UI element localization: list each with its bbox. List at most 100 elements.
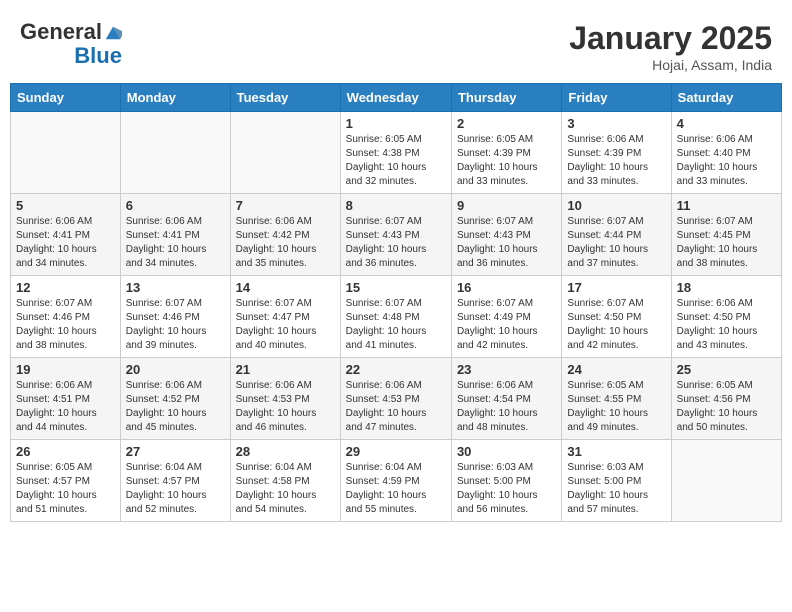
day-info: Sunrise: 6:03 AM Sunset: 5:00 PM Dayligh… [457,461,556,517]
day-info: Sunrise: 6:07 AM Sunset: 4:50 PM Dayligh… [567,297,665,353]
calendar-day-cell: 16 Sunrise: 6:07 AM Sunset: 4:49 PM Dayli… [451,276,561,358]
day-number: 18 [677,280,776,295]
calendar-day-cell: 6 Sunrise: 6:06 AM Sunset: 4:41 PM Daylig… [120,194,230,276]
day-info: Sunrise: 6:07 AM Sunset: 4:43 PM Dayligh… [346,215,446,271]
calendar-header-friday: Friday [562,84,671,112]
day-number: 13 [126,280,225,295]
day-info: Sunrise: 6:05 AM Sunset: 4:38 PM Dayligh… [346,133,446,189]
day-info: Sunrise: 6:05 AM Sunset: 4:39 PM Dayligh… [457,133,556,189]
calendar-day-cell: 26 Sunrise: 6:05 AM Sunset: 4:57 PM Dayli… [11,440,121,522]
logo-icon [104,23,122,41]
day-info: Sunrise: 6:07 AM Sunset: 4:46 PM Dayligh… [16,297,115,353]
calendar-week-row: 26 Sunrise: 6:05 AM Sunset: 4:57 PM Dayli… [11,440,782,522]
day-number: 12 [16,280,115,295]
day-number: 15 [346,280,446,295]
calendar-day-cell: 14Sunrise: 6:07 AM Sunset: 4:47 PM Dayli… [230,276,340,358]
page-header: General Blue January 2025 Hojai, Assam, … [10,10,782,78]
day-info: Sunrise: 6:04 AM Sunset: 4:59 PM Dayligh… [346,461,446,517]
day-number: 25 [677,362,776,377]
day-number: 2 [457,116,556,131]
calendar-day-cell: 11 Sunrise: 6:07 AM Sunset: 4:45 PM Dayli… [671,194,781,276]
calendar-day-cell: 2 Sunrise: 6:05 AM Sunset: 4:39 PM Daylig… [451,112,561,194]
calendar-header-saturday: Saturday [671,84,781,112]
title-block: January 2025 Hojai, Assam, India [569,20,772,73]
day-info: Sunrise: 6:06 AM Sunset: 4:40 PM Dayligh… [677,133,776,189]
day-number: 31 [567,444,665,459]
calendar-day-cell: 5 Sunrise: 6:06 AM Sunset: 4:41 PM Daylig… [11,194,121,276]
calendar-day-cell: 25Sunrise: 6:05 AM Sunset: 4:56 PM Dayli… [671,358,781,440]
calendar-day-cell: 13Sunrise: 6:07 AM Sunset: 4:46 PM Dayli… [120,276,230,358]
day-info: Sunrise: 6:06 AM Sunset: 4:52 PM Dayligh… [126,379,225,435]
day-info: Sunrise: 6:07 AM Sunset: 4:44 PM Dayligh… [567,215,665,271]
day-number: 22 [346,362,446,377]
day-info: Sunrise: 6:06 AM Sunset: 4:53 PM Dayligh… [236,379,335,435]
calendar-day-cell: 29 Sunrise: 6:04 AM Sunset: 4:59 PM Dayli… [340,440,451,522]
day-number: 19 [16,362,115,377]
calendar-day-cell: 18 Sunrise: 6:06 AM Sunset: 4:50 PM Dayli… [671,276,781,358]
day-info: Sunrise: 6:07 AM Sunset: 4:48 PM Dayligh… [346,297,446,353]
day-info: Sunrise: 6:06 AM Sunset: 4:51 PM Dayligh… [16,379,115,435]
day-number: 28 [236,444,335,459]
calendar-day-cell: 27 Sunrise: 6:04 AM Sunset: 4:57 PM Dayli… [120,440,230,522]
calendar-week-row: 12 Sunrise: 6:07 AM Sunset: 4:46 PM Dayli… [11,276,782,358]
day-number: 21 [236,362,335,377]
calendar-day-cell [120,112,230,194]
day-info: Sunrise: 6:05 AM Sunset: 4:57 PM Dayligh… [16,461,115,517]
day-number: 17 [567,280,665,295]
calendar-day-cell: 19 Sunrise: 6:06 AM Sunset: 4:51 PM Dayli… [11,358,121,440]
calendar-header-monday: Monday [120,84,230,112]
calendar-day-cell: 10 Sunrise: 6:07 AM Sunset: 4:44 PM Dayli… [562,194,671,276]
day-info: Sunrise: 6:06 AM Sunset: 4:42 PM Dayligh… [236,215,335,271]
day-number: 5 [16,198,115,213]
calendar-day-cell: 24 Sunrise: 6:05 AM Sunset: 4:55 PM Dayli… [562,358,671,440]
calendar-day-cell: 20Sunrise: 6:06 AM Sunset: 4:52 PM Dayli… [120,358,230,440]
logo-blue: Blue [74,44,122,68]
day-number: 6 [126,198,225,213]
day-info: Sunrise: 6:07 AM Sunset: 4:47 PM Dayligh… [236,297,335,353]
calendar-day-cell: 23Sunrise: 6:06 AM Sunset: 4:54 PM Dayli… [451,358,561,440]
day-info: Sunrise: 6:06 AM Sunset: 4:39 PM Dayligh… [567,133,665,189]
day-info: Sunrise: 6:06 AM Sunset: 4:53 PM Dayligh… [346,379,446,435]
day-number: 8 [346,198,446,213]
calendar-week-row: 1Sunrise: 6:05 AM Sunset: 4:38 PM Daylig… [11,112,782,194]
day-number: 30 [457,444,556,459]
calendar-day-cell: 15 Sunrise: 6:07 AM Sunset: 4:48 PM Dayli… [340,276,451,358]
calendar-day-cell: 7Sunrise: 6:06 AM Sunset: 4:42 PM Daylig… [230,194,340,276]
calendar-day-cell: 31Sunrise: 6:03 AM Sunset: 5:00 PM Dayli… [562,440,671,522]
day-info: Sunrise: 6:04 AM Sunset: 4:57 PM Dayligh… [126,461,225,517]
day-number: 10 [567,198,665,213]
day-number: 3 [567,116,665,131]
calendar-week-row: 5 Sunrise: 6:06 AM Sunset: 4:41 PM Daylig… [11,194,782,276]
calendar-day-cell [11,112,121,194]
day-info: Sunrise: 6:06 AM Sunset: 4:54 PM Dayligh… [457,379,556,435]
calendar-day-cell: 17 Sunrise: 6:07 AM Sunset: 4:50 PM Dayli… [562,276,671,358]
calendar-day-cell [230,112,340,194]
calendar-header-row: SundayMondayTuesdayWednesdayThursdayFrid… [11,84,782,112]
day-info: Sunrise: 6:07 AM Sunset: 4:49 PM Dayligh… [457,297,556,353]
month-title: January 2025 [569,20,772,57]
logo: General Blue [20,20,122,68]
day-number: 16 [457,280,556,295]
day-info: Sunrise: 6:07 AM Sunset: 4:43 PM Dayligh… [457,215,556,271]
day-number: 24 [567,362,665,377]
day-info: Sunrise: 6:06 AM Sunset: 4:41 PM Dayligh… [126,215,225,271]
day-info: Sunrise: 6:07 AM Sunset: 4:45 PM Dayligh… [677,215,776,271]
calendar-day-cell: 28Sunrise: 6:04 AM Sunset: 4:58 PM Dayli… [230,440,340,522]
day-number: 27 [126,444,225,459]
calendar-day-cell: 22 Sunrise: 6:06 AM Sunset: 4:53 PM Dayli… [340,358,451,440]
day-number: 4 [677,116,776,131]
day-number: 26 [16,444,115,459]
day-info: Sunrise: 6:05 AM Sunset: 4:55 PM Dayligh… [567,379,665,435]
day-number: 9 [457,198,556,213]
day-info: Sunrise: 6:06 AM Sunset: 4:41 PM Dayligh… [16,215,115,271]
calendar-header-tuesday: Tuesday [230,84,340,112]
calendar-day-cell: 30 Sunrise: 6:03 AM Sunset: 5:00 PM Dayli… [451,440,561,522]
day-number: 11 [677,198,776,213]
logo-general: General [20,20,102,44]
calendar-week-row: 19 Sunrise: 6:06 AM Sunset: 4:51 PM Dayli… [11,358,782,440]
calendar-day-cell: 12 Sunrise: 6:07 AM Sunset: 4:46 PM Dayli… [11,276,121,358]
day-info: Sunrise: 6:06 AM Sunset: 4:50 PM Dayligh… [677,297,776,353]
day-number: 29 [346,444,446,459]
calendar-day-cell: 8 Sunrise: 6:07 AM Sunset: 4:43 PM Daylig… [340,194,451,276]
calendar-day-cell: 21 Sunrise: 6:06 AM Sunset: 4:53 PM Dayli… [230,358,340,440]
